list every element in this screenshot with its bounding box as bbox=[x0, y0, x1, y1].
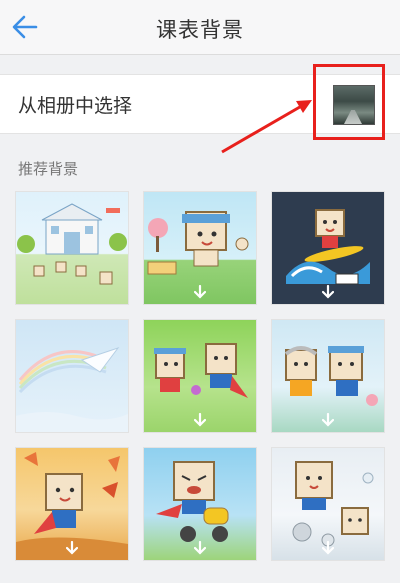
download-arrow-icon bbox=[194, 285, 206, 299]
download-arrow-icon bbox=[322, 285, 334, 299]
background-tile-autumn[interactable] bbox=[16, 448, 128, 560]
download-arrow-icon bbox=[322, 413, 334, 427]
background-tile-grandparents[interactable] bbox=[272, 320, 384, 432]
download-button[interactable] bbox=[272, 536, 384, 560]
school-building-icon bbox=[17, 203, 127, 285]
background-tile-surfing[interactable] bbox=[272, 192, 384, 304]
download-button[interactable] bbox=[16, 536, 128, 560]
download-arrow-icon bbox=[194, 413, 206, 427]
background-tile-rainbow[interactable] bbox=[16, 320, 128, 432]
background-tile-scooter[interactable] bbox=[144, 448, 256, 560]
background-tile-superheroes[interactable] bbox=[144, 320, 256, 432]
download-button[interactable] bbox=[144, 536, 256, 560]
download-arrow-icon bbox=[322, 541, 334, 555]
download-button[interactable] bbox=[144, 280, 256, 304]
background-tile-school[interactable] bbox=[16, 192, 128, 304]
background-tile-cartoon-sign[interactable] bbox=[144, 192, 256, 304]
background-tile-bath[interactable] bbox=[272, 448, 384, 560]
rainbow-icon bbox=[16, 347, 128, 432]
download-arrow-icon bbox=[66, 541, 78, 555]
download-arrow-icon bbox=[194, 541, 206, 555]
download-button[interactable] bbox=[272, 280, 384, 304]
download-button[interactable] bbox=[144, 408, 256, 432]
download-button[interactable] bbox=[272, 408, 384, 432]
recommended-section-label: 推荐背景 bbox=[18, 160, 79, 178]
